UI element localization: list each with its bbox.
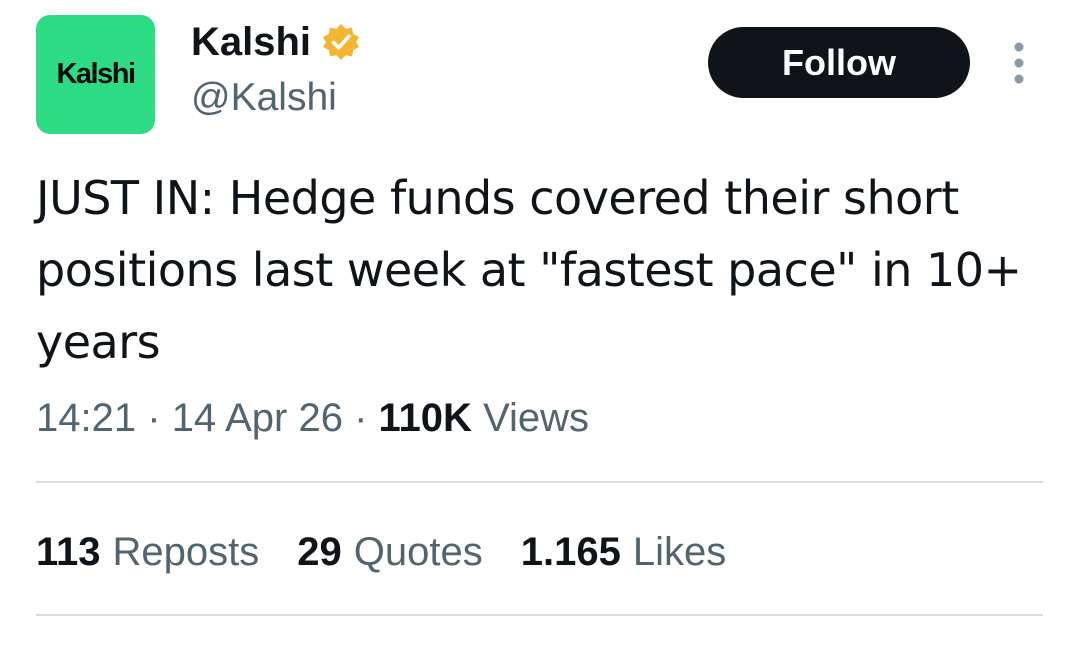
- author-display-name[interactable]: Kalshi: [191, 18, 311, 66]
- tweet-date[interactable]: 14 Apr 26: [172, 396, 343, 440]
- quotes-stat[interactable]: 29 Quotes: [297, 526, 482, 578]
- quotes-label: Quotes: [353, 530, 483, 574]
- tweet-time[interactable]: 14:21: [36, 396, 136, 440]
- author-name-row: Kalshi: [191, 18, 361, 66]
- reposts-stat[interactable]: 113 Reposts: [36, 526, 259, 578]
- more-vertical-icon[interactable]: [1004, 40, 1034, 86]
- views-label: Views: [483, 396, 590, 440]
- likes-stat[interactable]: 1.165 Likes: [521, 526, 727, 578]
- verified-badge-icon: [323, 24, 360, 60]
- meta-separator: ·: [147, 396, 161, 440]
- reposts-count: 113: [36, 530, 101, 574]
- tweet-meta: 14:21 · 14 Apr 26 · 110K Views: [36, 392, 589, 444]
- likes-label: Likes: [632, 530, 727, 574]
- avatar[interactable]: Kalshi: [36, 15, 155, 134]
- likes-count: 1.165: [520, 530, 621, 574]
- engagement-stats: 113 Reposts 29 Quotes 1.165 Likes: [36, 526, 764, 578]
- meta-separator: ·: [354, 396, 368, 440]
- views-count: 110K: [378, 396, 472, 440]
- tweet-text: JUST IN: Hedge funds covered their short…: [36, 171, 1022, 369]
- follow-button[interactable]: Follow: [708, 27, 970, 98]
- avatar-logo-text: Kalshi: [56, 58, 136, 90]
- author-handle[interactable]: @Kalshi: [191, 74, 337, 122]
- divider: [36, 614, 1043, 616]
- reposts-label: Reposts: [112, 530, 260, 574]
- divider: [36, 481, 1043, 483]
- quotes-count: 29: [297, 530, 342, 574]
